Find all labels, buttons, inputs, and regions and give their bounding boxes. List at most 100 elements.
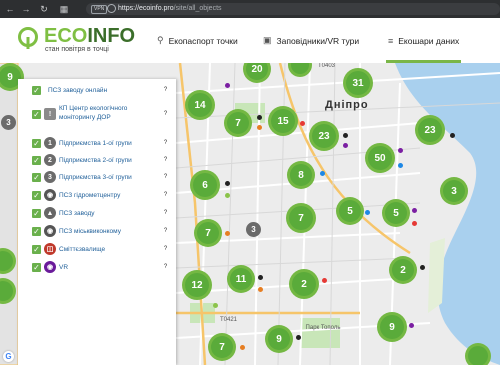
checkbox-checked-icon[interactable]: ✓	[32, 156, 41, 165]
layer-label[interactable]: ПСЗ міськвиконкому	[59, 227, 159, 236]
forward-icon[interactable]: →	[20, 3, 32, 15]
group-3-marker[interactable]: 3	[1, 115, 16, 130]
poi-dot[interactable]	[320, 171, 325, 176]
nav-eco-passport[interactable]: ⚲ Екопаспорт точки	[157, 18, 238, 63]
layer-label[interactable]: Підприємства 3-ої групи	[59, 173, 159, 182]
poi-dot[interactable]	[296, 335, 301, 340]
map-cluster[interactable]: 50	[365, 143, 395, 173]
map-cluster[interactable]: 9	[265, 325, 293, 353]
poi-dot[interactable]	[213, 303, 218, 308]
checkbox-checked-icon[interactable]: ✓	[32, 173, 41, 182]
poi-dot[interactable]	[225, 231, 230, 236]
help-icon[interactable]: ?	[162, 140, 169, 147]
layer-row[interactable]: ✓ 1 Підприємства 1-ої групи ?	[18, 136, 176, 152]
help-icon[interactable]: ?	[162, 246, 169, 253]
map-cluster[interactable]: 7	[208, 333, 236, 361]
map-cluster[interactable]: 7	[224, 109, 252, 137]
help-icon[interactable]: ?	[162, 157, 169, 164]
map-cluster[interactable]: 9	[377, 312, 407, 342]
poi-dot[interactable]	[420, 265, 425, 270]
checkbox-checked-icon[interactable]: ✓	[32, 86, 41, 95]
layer-row[interactable]: ✓ ПСЗ заводу онлайн ?	[18, 83, 176, 99]
help-icon[interactable]: ?	[162, 228, 169, 235]
back-icon[interactable]: ←	[4, 3, 16, 15]
checkbox-checked-icon[interactable]: ✓	[32, 139, 41, 148]
map-cluster[interactable]: 11	[227, 265, 255, 293]
map-cluster[interactable]: 2	[289, 269, 319, 299]
map-cluster[interactable]	[465, 343, 491, 365]
checkbox-checked-icon[interactable]: ✓	[32, 110, 41, 119]
google-logo-icon: G	[3, 351, 14, 362]
checkbox-checked-icon[interactable]: ✓	[32, 245, 41, 254]
nav-reserves-vr[interactable]: ▣ Заповідники/VR тури	[263, 18, 359, 63]
poi-dot[interactable]	[412, 221, 417, 226]
group-3-marker[interactable]: 3	[246, 222, 261, 237]
poi-dot[interactable]	[343, 133, 348, 138]
checkbox-checked-icon[interactable]: ✓	[32, 227, 41, 236]
poi-dot[interactable]	[300, 121, 305, 126]
map-cluster[interactable]: 6	[190, 170, 220, 200]
vpn-badge[interactable]: VPN	[91, 5, 108, 14]
map-cluster[interactable]: 7	[286, 203, 316, 233]
reload-icon[interactable]: ↻	[38, 3, 50, 15]
poi-dot[interactable]	[409, 323, 414, 328]
layer-label[interactable]: Підприємства 2-ої групи	[59, 156, 159, 165]
poi-dot[interactable]	[412, 208, 417, 213]
poi-dot[interactable]	[450, 133, 455, 138]
poi-dot[interactable]	[225, 83, 230, 88]
ecoinfo-logo-icon[interactable]	[17, 27, 39, 49]
layer-row[interactable]: ✓ ! КП Центр екологічного моніторингу ДО…	[18, 101, 176, 129]
layer-row[interactable]: ✓ 2 Підприємства 2-ої групи ?	[18, 153, 176, 169]
map-cluster[interactable]: 7	[194, 219, 222, 247]
layer-row[interactable]: ✓ ◉ ПСЗ міськвиконкому ?	[18, 224, 176, 240]
map-cluster[interactable]: 5	[336, 197, 364, 225]
poi-dot[interactable]	[398, 148, 403, 153]
layer-row[interactable]: ✓ 3 Підприємства 3-ої групи ?	[18, 170, 176, 186]
tabs-grid-icon[interactable]: ▦	[58, 3, 70, 15]
layer-label[interactable]: ПСЗ гідрометцентру	[59, 191, 159, 200]
map-cluster[interactable]: 3	[440, 177, 468, 205]
nav-eco-layers[interactable]: ≡ Екошари даних	[386, 18, 462, 63]
poi-dot[interactable]	[257, 115, 262, 120]
map-cluster[interactable]: 5	[382, 199, 410, 227]
help-icon[interactable]: ?	[162, 174, 169, 181]
poi-dot[interactable]	[258, 287, 263, 292]
map-cluster[interactable]: 2	[389, 256, 417, 284]
poi-dot[interactable]	[322, 278, 327, 283]
layer-label[interactable]: Підприємства 1-ої групи	[59, 139, 159, 148]
help-icon[interactable]: ?	[162, 210, 169, 217]
poi-dot[interactable]	[225, 193, 230, 198]
layer-label[interactable]: Сміттєзвалище	[59, 245, 159, 254]
poi-dot[interactable]	[240, 345, 245, 350]
map-cluster[interactable]: 14	[185, 90, 215, 120]
url-text[interactable]: https://ecoinfo.pro/site/all_objects	[118, 3, 222, 15]
layer-row[interactable]: ✓ ◫ Сміттєзвалище ?	[18, 242, 176, 258]
layer-label[interactable]: VR	[59, 263, 159, 272]
help-icon[interactable]: ?	[162, 111, 169, 118]
poi-dot[interactable]	[343, 143, 348, 148]
poi-dot[interactable]	[225, 181, 230, 186]
poi-dot[interactable]	[258, 275, 263, 280]
layer-row[interactable]: ✓ ◉ ПСЗ гідрометцентру ?	[18, 188, 176, 204]
help-icon[interactable]: ?	[162, 87, 169, 94]
map-cluster[interactable]: 12	[182, 270, 212, 300]
help-icon[interactable]: ?	[162, 192, 169, 199]
map-cluster[interactable]: 23	[309, 121, 339, 151]
layer-label[interactable]: ПСЗ заводу онлайн	[48, 86, 148, 95]
layer-label[interactable]: ПСЗ заводу	[59, 209, 159, 218]
layer-row[interactable]: ✓ ▲ ПСЗ заводу ?	[18, 206, 176, 222]
map-cluster[interactable]: 15	[268, 106, 298, 136]
help-icon[interactable]: ?	[162, 264, 169, 271]
logo-wordmark[interactable]: ECOINFO	[44, 26, 135, 46]
poi-dot[interactable]	[365, 210, 370, 215]
map-cluster[interactable]: 8	[287, 161, 315, 189]
map-cluster[interactable]: 23	[415, 115, 445, 145]
map-cluster[interactable]: 31	[343, 68, 373, 98]
layer-label[interactable]: КП Центр екологічного моніторингу ДОР	[59, 104, 159, 122]
checkbox-checked-icon[interactable]: ✓	[32, 209, 41, 218]
layer-row[interactable]: ✓ ◉ VR ?	[18, 260, 176, 276]
checkbox-checked-icon[interactable]: ✓	[32, 191, 41, 200]
poi-dot[interactable]	[257, 125, 262, 130]
checkbox-checked-icon[interactable]: ✓	[32, 263, 41, 272]
poi-dot[interactable]	[398, 163, 403, 168]
